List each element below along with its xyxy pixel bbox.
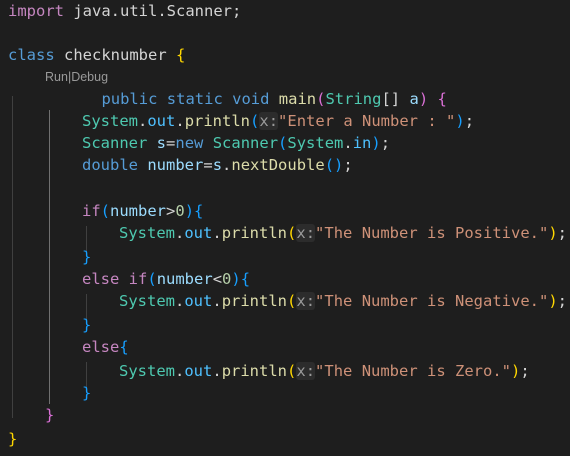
class-name: checknumber (64, 46, 167, 64)
code-line-println-zero[interactable]: System.out.println(x:"The Number is Zero… (119, 360, 530, 382)
type-string: String (325, 90, 382, 108)
brace-open: { (176, 46, 186, 64)
indent-guide-active (49, 110, 50, 404)
keyword-void: void (232, 90, 270, 108)
code-line-scanner[interactable]: Scanner s=new Scanner(System.in); (82, 132, 390, 154)
string-literal: "The Number is Positive." (315, 224, 549, 242)
keyword-class: class (8, 46, 55, 64)
keyword-static: static (166, 90, 223, 108)
brace-open: { (437, 90, 447, 108)
code-line-else[interactable]: else{ (82, 336, 129, 358)
inlay-hint-x: x: (259, 112, 279, 130)
debug-codelens-link[interactable]: Debug (71, 70, 108, 84)
code-line-close-else-if[interactable]: } (82, 314, 91, 336)
code-line-class[interactable]: class checknumber { (8, 44, 185, 66)
code-line-close-main[interactable]: } (45, 404, 54, 426)
param-a: a (409, 90, 419, 108)
keyword-import: import (8, 2, 64, 20)
code-line-close-if[interactable]: } (82, 246, 91, 268)
code-line-double[interactable]: double number=s.nextDouble(); (82, 154, 353, 176)
code-line-else-if[interactable]: else if(number<0){ (82, 268, 250, 290)
codelens-bar: Run|Debug (45, 68, 108, 86)
inlay-hint-x: x: (296, 292, 316, 310)
code-line-println-positive[interactable]: System.out.println(x:"The Number is Posi… (119, 222, 567, 244)
inlay-hint-x: x: (296, 224, 316, 242)
code-editor[interactable]: import java.util.Scanner; class checknum… (0, 0, 570, 456)
indent-guide (12, 96, 13, 418)
code-line-close-class[interactable]: } (8, 428, 17, 450)
code-line-main[interactable]: public static void main(String[] a) { (8, 88, 447, 110)
code-line-println-prompt[interactable]: System.out.println(x:"Enter a Number : "… (82, 110, 474, 132)
method-main: main (278, 90, 317, 108)
keyword-public: public (101, 90, 158, 108)
string-literal: "The Number is Zero." (315, 362, 511, 380)
string-literal: "Enter a Number : " (278, 112, 456, 130)
import-path: java.util.Scanner (73, 2, 232, 20)
string-literal: "The Number is Negative." (315, 292, 549, 310)
inlay-hint-x: x: (296, 362, 316, 380)
code-line-if[interactable]: if(number>0){ (82, 200, 203, 222)
code-line-import[interactable]: import java.util.Scanner; (8, 0, 241, 22)
paren-close: ) (418, 90, 429, 108)
code-line-println-negative[interactable]: System.out.println(x:"The Number is Nega… (119, 290, 567, 312)
run-codelens-link[interactable]: Run (45, 70, 68, 84)
code-line-close-else[interactable]: } (82, 382, 91, 404)
